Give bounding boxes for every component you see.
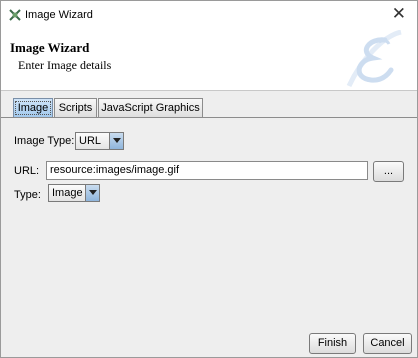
cancel-button[interactable]: Cancel: [363, 333, 412, 354]
image-wizard-window: Image Wizard ✕ Image Wizard Enter Image …: [0, 0, 418, 358]
type-select[interactable]: Image: [48, 184, 100, 202]
tab-javascript-graphics-label: JavaScript Graphics: [101, 102, 200, 114]
window-title: Image Wizard: [25, 9, 93, 21]
banner-separator: [1, 90, 417, 91]
tab-scripts-label: Scripts: [58, 102, 93, 114]
url-input-value: resource:images/image.gif: [50, 164, 180, 176]
image-type-select[interactable]: URL: [75, 132, 124, 150]
url-label: URL:: [14, 165, 40, 177]
browse-button[interactable]: ...: [373, 161, 404, 182]
chevron-down-icon: [109, 133, 123, 149]
tab-scripts[interactable]: Scripts: [54, 98, 97, 118]
script-e-logo: [346, 30, 402, 88]
finish-button-label: Finish: [317, 337, 348, 349]
image-type-label: Image Type:: [14, 135, 75, 147]
close-icon[interactable]: ✕: [392, 4, 406, 24]
url-input[interactable]: resource:images/image.gif: [46, 161, 368, 180]
tab-underline: [1, 117, 417, 118]
browse-button-label: ...: [383, 165, 394, 177]
title-bar: Image Wizard ✕: [1, 1, 417, 28]
cancel-button-label: Cancel: [370, 337, 405, 349]
chevron-down-icon: [85, 185, 99, 201]
wizard-app-icon: [9, 9, 21, 21]
banner-heading: Image Wizard: [10, 40, 90, 55]
type-value: Image: [52, 187, 83, 199]
image-type-value: URL: [79, 135, 102, 147]
banner-subtitle: Enter Image details: [18, 58, 112, 72]
tab-image[interactable]: Image: [13, 98, 53, 118]
wizard-banner: Image Wizard Enter Image details: [1, 28, 417, 90]
type-label: Type:: [14, 189, 41, 201]
finish-button[interactable]: Finish: [309, 333, 356, 354]
tab-javascript-graphics[interactable]: JavaScript Graphics: [98, 98, 203, 118]
tab-image-label: Image: [14, 101, 52, 115]
